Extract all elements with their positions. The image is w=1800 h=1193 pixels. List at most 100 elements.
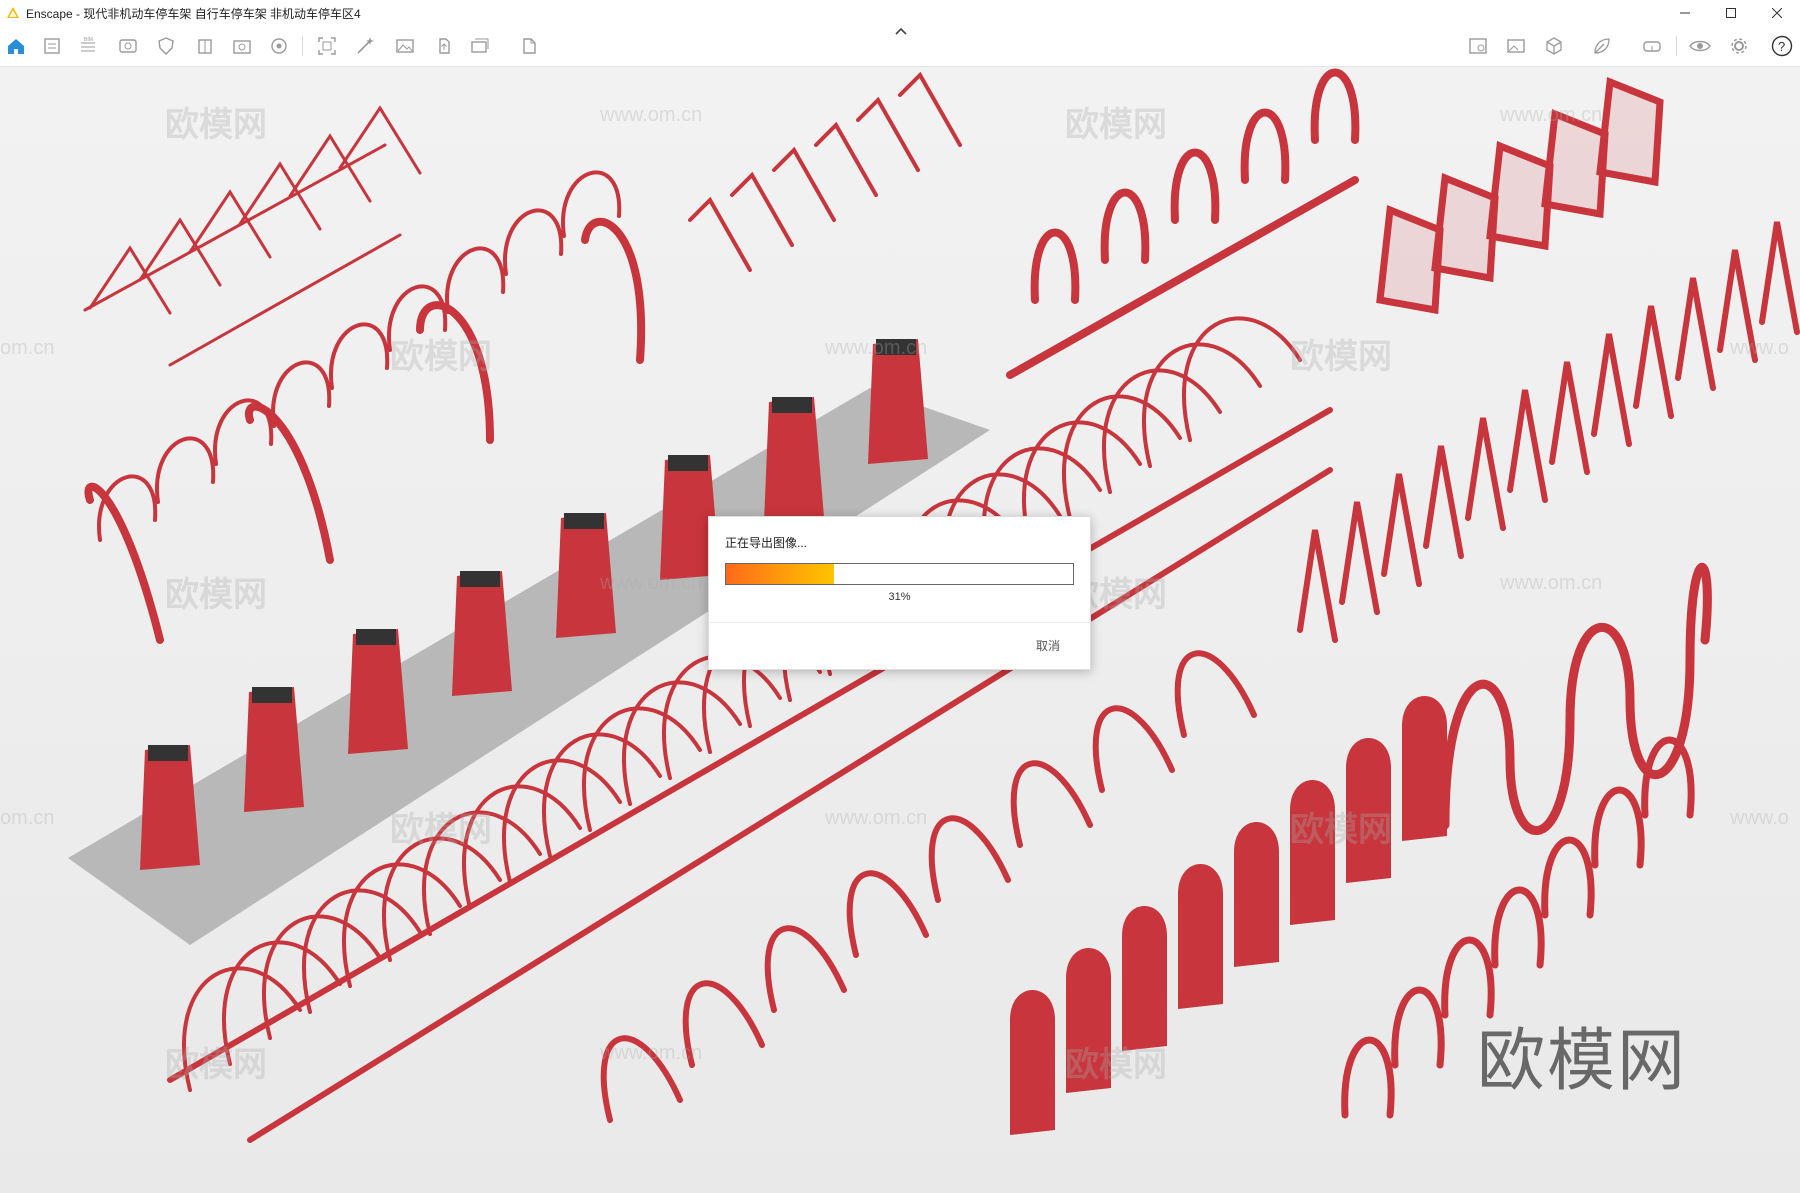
wall-rack-panel bbox=[1431, 173, 1499, 283]
bollard-cap bbox=[564, 513, 604, 529]
wall-rack-panel bbox=[1596, 77, 1664, 187]
settings-icon bbox=[1731, 38, 1747, 54]
toolbar-separator bbox=[302, 36, 303, 56]
watermark-url: www.om.cn bbox=[600, 104, 703, 126]
screenshot-button[interactable] bbox=[315, 34, 339, 58]
export-progress-bar bbox=[725, 563, 1074, 585]
document-title: 现代非机动车停车架 自行车停车架 非机动车停车区4 bbox=[83, 6, 361, 21]
slab-stand bbox=[1010, 990, 1055, 1135]
maximize-button[interactable] bbox=[1708, 0, 1754, 26]
help-button[interactable]: ? bbox=[1770, 34, 1794, 58]
home-button[interactable] bbox=[4, 34, 28, 58]
export-button[interactable] bbox=[518, 34, 542, 58]
brand-watermark: 欧模网 bbox=[1477, 1022, 1688, 1101]
bollard-cap bbox=[356, 629, 396, 645]
minimize-button[interactable] bbox=[1662, 0, 1708, 26]
watermark-url: www.om.cn bbox=[1500, 104, 1603, 126]
bollard-stand bbox=[244, 687, 304, 812]
slab-stand bbox=[1122, 906, 1167, 1051]
upload-button[interactable] bbox=[432, 34, 456, 58]
watermark-text: 欧模网 bbox=[1290, 338, 1392, 376]
gallery-button[interactable] bbox=[1504, 34, 1528, 58]
watermark-text: 欧模网 bbox=[1065, 1046, 1167, 1084]
bollard-cap bbox=[668, 455, 708, 471]
watermark-url: om.cn bbox=[0, 337, 55, 359]
magic-wand-icon bbox=[357, 37, 374, 54]
wall-rack-panel bbox=[1376, 205, 1444, 315]
asset-library-button[interactable] bbox=[267, 34, 291, 58]
close-button[interactable] bbox=[1754, 0, 1800, 26]
shield-button[interactable] bbox=[154, 34, 178, 58]
cube-button[interactable] bbox=[1542, 34, 1566, 58]
screenshot-icon bbox=[318, 37, 336, 55]
dialog-divider bbox=[709, 622, 1090, 623]
render-window-button[interactable] bbox=[116, 34, 140, 58]
camera-icon bbox=[233, 40, 251, 54]
building-button[interactable] bbox=[193, 34, 217, 58]
help-icon: ? bbox=[1771, 35, 1793, 57]
bollard-cap bbox=[460, 571, 500, 587]
upload-icon bbox=[439, 38, 450, 54]
progress-fill bbox=[726, 564, 834, 584]
toolbar-separator bbox=[1676, 36, 1677, 56]
close-icon bbox=[1772, 8, 1782, 18]
watermark-url: www.om.cn bbox=[825, 337, 928, 359]
watermark-text: 欧模网 bbox=[390, 338, 492, 376]
eye-button[interactable] bbox=[1688, 34, 1712, 58]
watermark-url: www.om.cn bbox=[600, 1042, 703, 1064]
app-name: Enscape bbox=[26, 6, 73, 21]
image-button[interactable] bbox=[393, 34, 417, 58]
collapse-toolbar-icon[interactable] bbox=[893, 26, 909, 36]
settings-button[interactable] bbox=[1727, 34, 1751, 58]
map-button[interactable] bbox=[1466, 34, 1490, 58]
watermark-url: www.om.cn bbox=[1500, 572, 1603, 594]
document-button[interactable] bbox=[40, 34, 64, 58]
maximize-icon bbox=[1726, 8, 1736, 18]
bollard-stand bbox=[140, 745, 200, 870]
window-title: Enscape - 现代非机动车停车架 自行车停车架 非机动车停车区4 bbox=[26, 5, 361, 22]
title-separator: - bbox=[76, 6, 81, 21]
shield-icon bbox=[158, 37, 174, 55]
leaf-icon bbox=[1594, 38, 1610, 54]
export-icon bbox=[523, 38, 536, 54]
vr-headset-button[interactable] bbox=[1640, 34, 1664, 58]
bollard-cap bbox=[252, 687, 292, 703]
home-icon bbox=[8, 39, 24, 54]
watermark-url: www.o bbox=[1730, 807, 1789, 829]
asset-library-icon bbox=[271, 38, 287, 54]
slab-stand bbox=[1402, 696, 1447, 841]
svg-text:?: ? bbox=[1778, 39, 1785, 54]
svg-text:BIM: BIM bbox=[84, 37, 93, 43]
watermark-text: 欧模网 bbox=[165, 576, 267, 614]
watermark-text: 欧模网 bbox=[1290, 811, 1392, 849]
bollard-cap bbox=[148, 745, 188, 761]
wall-rack-panel bbox=[1486, 141, 1554, 251]
dialog-title: 正在导出图像... bbox=[725, 536, 808, 550]
bim-button[interactable]: BIM bbox=[76, 34, 100, 58]
slab-stand bbox=[1178, 864, 1223, 1009]
progress-percent: 31% bbox=[888, 591, 911, 603]
map-icon bbox=[1469, 38, 1487, 54]
watermark-text: 欧模网 bbox=[165, 106, 267, 144]
enscape-logo-icon bbox=[7, 7, 19, 18]
watermark-text: 欧模网 bbox=[165, 1046, 267, 1084]
watermark-url: www.o bbox=[1730, 337, 1789, 359]
watermark-url: www.om.cn bbox=[825, 807, 928, 829]
bollard-stand bbox=[452, 571, 512, 696]
cancel-button[interactable]: 取消 bbox=[1036, 637, 1060, 654]
watermark-url: www.om.cn bbox=[600, 572, 703, 594]
magic-wand-button[interactable] bbox=[353, 34, 377, 58]
bollard-stand bbox=[348, 629, 408, 754]
bollard-stand bbox=[764, 397, 824, 522]
title-bar: Enscape - 现代非机动车停车架 自行车停车架 非机动车停车区4 bbox=[0, 0, 1800, 26]
wall-rack-panel bbox=[1541, 109, 1609, 219]
batch-button[interactable] bbox=[468, 34, 492, 58]
leaf-button[interactable] bbox=[1590, 34, 1614, 58]
image-icon bbox=[396, 39, 414, 53]
vr-headset-icon bbox=[1643, 41, 1661, 52]
camera-button[interactable] bbox=[230, 34, 254, 58]
document-icon bbox=[44, 38, 60, 54]
eye-icon bbox=[1689, 40, 1711, 52]
watermark-text: 欧模网 bbox=[1065, 106, 1167, 144]
cube-icon bbox=[1546, 37, 1562, 55]
